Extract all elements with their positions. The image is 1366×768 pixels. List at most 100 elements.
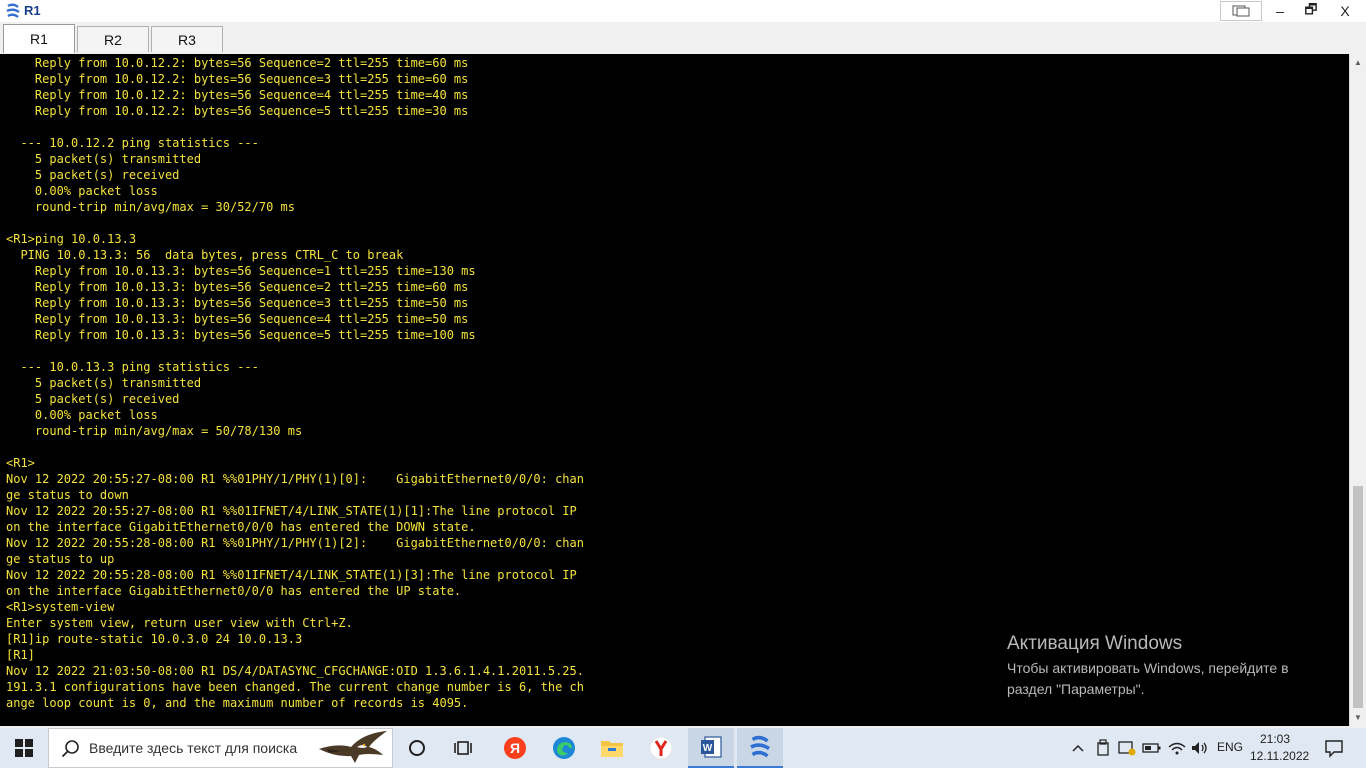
tab-strip: R1 R2 R3: [0, 22, 1366, 55]
taskbar-cortana[interactable]: [394, 728, 440, 768]
cortana-circle-icon: [409, 740, 425, 756]
close-icon: X: [1340, 2, 1350, 19]
taskbar-yandex-browser[interactable]: [638, 728, 684, 768]
terminal-line: [R1]: [6, 648, 35, 662]
tray-volume-icon[interactable]: [1190, 738, 1210, 758]
terminal-line: Nov 12 2022 20:55:28-08:00 R1 %%01IFNET/…: [6, 568, 577, 582]
close-button[interactable]: X: [1326, 0, 1364, 21]
tab-r3[interactable]: R3: [151, 26, 223, 52]
svg-text:Я: Я: [510, 740, 520, 756]
word-icon: W: [701, 736, 722, 758]
taskbar-task-view[interactable]: [440, 728, 486, 768]
scrollbar-thumb[interactable]: [1353, 486, 1363, 708]
yandex-icon: Я: [504, 737, 526, 759]
terminal-line: round-trip min/avg/max = 50/78/130 ms: [6, 424, 303, 438]
windows-activation-watermark: Активация Windows Чтобы активировать Win…: [1007, 632, 1289, 700]
terminal-output: Reply from 10.0.12.2: bytes=56 Sequence=…: [6, 55, 584, 711]
search-icon: [61, 740, 79, 758]
terminal-line: Enter system view, return user view with…: [6, 616, 353, 630]
minimize-icon: –: [1276, 2, 1284, 19]
maximize-button[interactable]: 🗗: [1294, 0, 1328, 21]
terminal-line: 5 packet(s) transmitted: [6, 152, 202, 166]
clock-time: 21:03: [1259, 732, 1291, 746]
tab-label: R2: [104, 31, 122, 48]
terminal-line: Reply from 10.0.12.2: bytes=56 Sequence=…: [6, 56, 469, 70]
taskbar-word[interactable]: W: [688, 728, 734, 768]
terminal-line: round-trip min/avg/max = 30/52/70 ms: [6, 200, 295, 214]
taskbar-ensp[interactable]: [737, 728, 783, 768]
terminal-line: 0.00% packet loss: [6, 408, 158, 422]
minimize-button[interactable]: –: [1263, 0, 1297, 21]
terminal-line: <R1>ping 10.0.13.3: [6, 232, 137, 246]
terminal-line: ge status to up: [6, 552, 115, 566]
terminal-line: Reply from 10.0.12.2: bytes=56 Sequence=…: [6, 104, 469, 118]
scroll-up-arrow-icon[interactable]: ▲: [1350, 54, 1366, 71]
window-title: R1: [24, 3, 41, 18]
taskbar-yandex[interactable]: Я: [492, 728, 538, 768]
taskbar-file-explorer[interactable]: [589, 728, 635, 768]
terminal-line: --- 10.0.12.2 ping statistics ---: [6, 136, 259, 150]
vertical-scrollbar[interactable]: ▲ ▼: [1349, 54, 1366, 726]
clock-date: 12.11.2022: [1250, 749, 1310, 763]
tray-overflow-chevron-icon[interactable]: [1070, 738, 1086, 758]
terminal-line: 0.00% packet loss: [6, 184, 158, 198]
language-indicator[interactable]: ENG: [1217, 740, 1243, 754]
file-explorer-icon: [601, 741, 623, 757]
edge-icon: [553, 737, 575, 759]
tray-network-warning-icon[interactable]: [1117, 738, 1137, 758]
search-placeholder: Введите здесь текст для поиска: [89, 740, 298, 756]
terminal-line: Nov 12 2022 20:55:27-08:00 R1 %%01IFNET/…: [6, 504, 577, 518]
yandex-browser-icon: [649, 736, 673, 760]
taskbar: Введите здесь текст для поиска Я W ENG 2…: [0, 728, 1366, 768]
terminal-line: 5 packet(s) received: [6, 392, 180, 406]
terminal-line: on the interface GigabitEthernet0/0/0 ha…: [6, 520, 476, 534]
tray-usb-device-icon[interactable]: [1094, 738, 1112, 758]
tab-label: R1: [30, 31, 48, 47]
ensp-app-icon: [6, 3, 20, 18]
terminal-line: Nov 12 2022 20:55:27-08:00 R1 %%01PHY/1/…: [6, 472, 584, 486]
terminal-line: <R1>: [6, 456, 35, 470]
terminal-line: Nov 12 2022 21:03:50-08:00 R1 DS/4/DATAS…: [6, 664, 584, 678]
taskbar-edge[interactable]: [541, 728, 587, 768]
terminal-line: Nov 12 2022 20:55:28-08:00 R1 %%01PHY/1/…: [6, 536, 584, 550]
terminal-console[interactable]: Reply from 10.0.12.2: bytes=56 Sequence=…: [0, 54, 1349, 726]
terminal-line: Reply from 10.0.13.3: bytes=56 Sequence=…: [6, 328, 476, 342]
terminal-line: 5 packet(s) received: [6, 168, 180, 182]
taskbar-search-box[interactable]: Введите здесь текст для поиска: [48, 728, 393, 768]
tab-r2[interactable]: R2: [77, 26, 149, 52]
tab-r1[interactable]: R1: [3, 24, 75, 53]
eagle-search-highlight-icon: [319, 731, 387, 763]
terminal-line: ange loop count is 0, and the maximum nu…: [6, 696, 469, 710]
activation-title: Активация Windows: [1007, 633, 1183, 654]
notification-icon: [1325, 740, 1343, 758]
terminal-line: Reply from 10.0.13.3: bytes=56 Sequence=…: [6, 296, 469, 310]
svg-text:W: W: [703, 743, 713, 754]
terminal-line: Reply from 10.0.13.3: bytes=56 Sequence=…: [6, 312, 469, 326]
restore-icon: 🗗: [1304, 0, 1318, 17]
tab-label: R3: [178, 31, 196, 48]
terminal-line: 5 packet(s) transmitted: [6, 376, 202, 390]
activation-line-1: Чтобы активировать Windows, перейдите в: [1007, 660, 1289, 676]
notification-center-button[interactable]: [1322, 736, 1346, 760]
restore-windows-button[interactable]: [1220, 1, 1262, 21]
tray-battery-icon[interactable]: [1142, 738, 1162, 758]
terminal-line: --- 10.0.13.3 ping statistics ---: [6, 360, 259, 374]
terminal-line: <R1>system-view: [6, 600, 115, 614]
terminal-line: on the interface GigabitEthernet0/0/0 ha…: [6, 584, 462, 598]
terminal-line: PING 10.0.13.3: 56 data bytes, press CTR…: [6, 248, 404, 262]
tray-wifi-icon[interactable]: [1167, 738, 1187, 758]
task-view-icon: [454, 741, 472, 755]
terminal-line: 191.3.1 configurations have been changed…: [6, 680, 584, 694]
windows-logo-icon: [15, 739, 33, 757]
ensp-icon: [750, 735, 770, 758]
start-button[interactable]: [0, 728, 48, 768]
scroll-down-arrow-icon[interactable]: ▼: [1350, 709, 1366, 726]
terminal-line: Reply from 10.0.12.2: bytes=56 Sequence=…: [6, 72, 469, 86]
window-titlebar: R1 – 🗗 X: [0, 0, 1366, 23]
taskbar-clock[interactable]: 21:03 12.11.2022: [1250, 731, 1310, 765]
terminal-line: ge status to down: [6, 488, 129, 502]
